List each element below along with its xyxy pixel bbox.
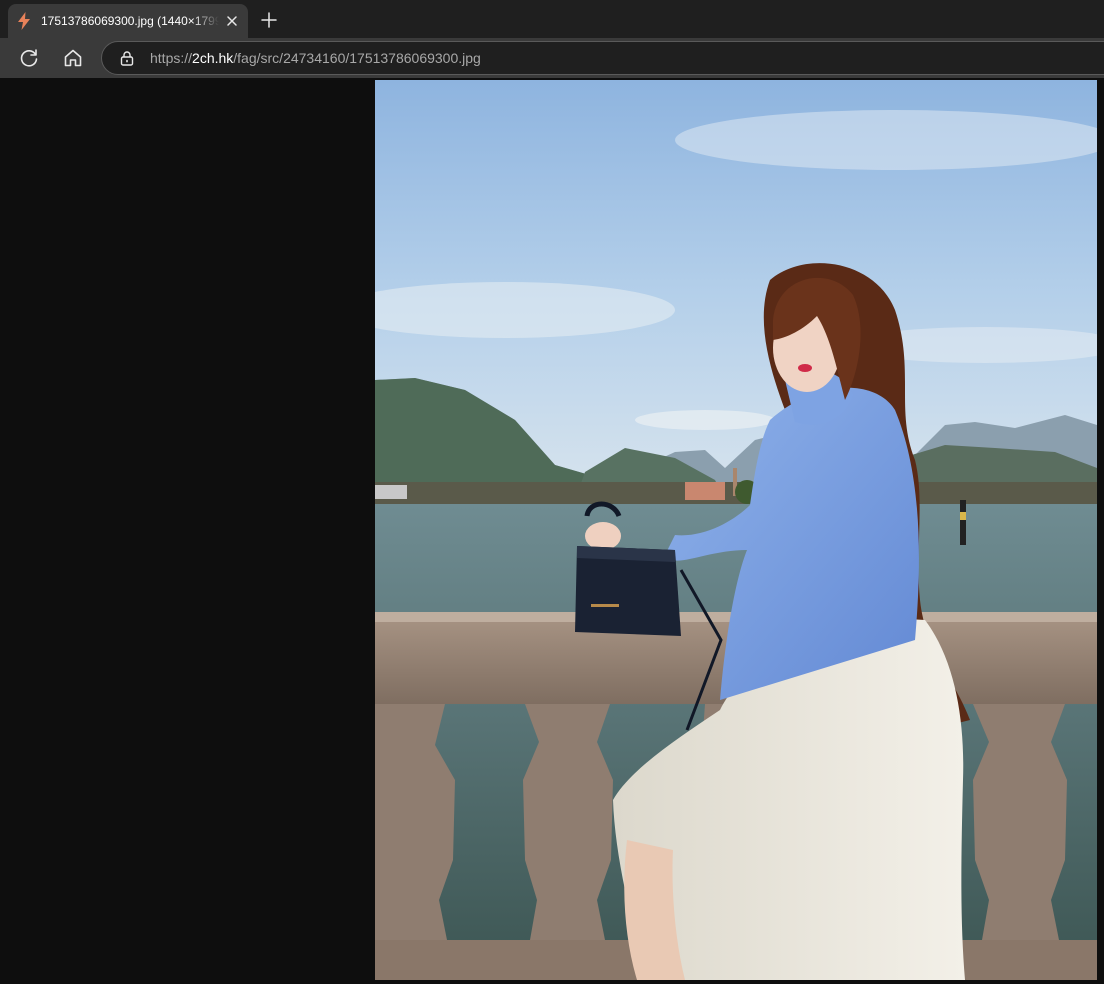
close-icon[interactable] [224, 13, 240, 29]
url-scheme: https:// [150, 50, 193, 66]
active-tab[interactable]: 17513786069300.jpg (1440×1799) [8, 4, 248, 38]
bolt-icon [18, 12, 30, 30]
url-host: 2ch.hk [192, 50, 234, 66]
displayed-image[interactable] [375, 80, 1097, 980]
refresh-icon[interactable] [17, 46, 41, 70]
tab-strip: 17513786069300.jpg (1440×1799) [0, 0, 1104, 38]
url-text[interactable]: https://2ch.hk/fag/src/24734160/17513786… [150, 50, 481, 67]
navigation-toolbar: https://2ch.hk/fag/src/24734160/17513786… [0, 38, 1104, 78]
url-path: /fag/src/24734160/17513786069300.jpg [233, 50, 481, 66]
lock-icon[interactable] [119, 50, 135, 66]
tab-title: 17513786069300.jpg (1440×1799) [41, 14, 219, 28]
home-icon[interactable] [61, 46, 85, 70]
browser-window: 17513786069300.jpg (1440×1799) https://2… [0, 0, 1104, 984]
address-bar[interactable]: https://2ch.hk/fag/src/24734160/17513786… [101, 41, 1104, 75]
page-viewport [0, 78, 1104, 984]
plus-icon[interactable] [259, 10, 279, 30]
